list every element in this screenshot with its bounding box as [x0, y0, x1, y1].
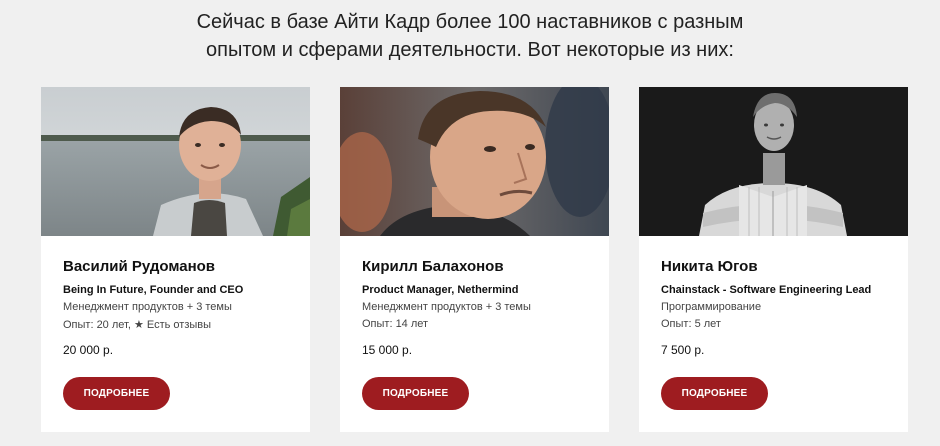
- mentor-role: Chainstack - Software Engineering Lead: [661, 284, 872, 296]
- mentor-card: Василий Рудоманов Being In Future, Found…: [41, 87, 310, 432]
- mentor-price: 15 000 р.: [362, 343, 413, 357]
- details-button[interactable]: ПОДРОБНЕЕ: [63, 377, 170, 410]
- mentor-topics: Менеджмент продуктов + 3 темы: [362, 301, 531, 313]
- mentor-experience: Опыт: 14 лет: [362, 318, 429, 330]
- mentor-topics: Менеджмент продуктов + 3 темы: [63, 301, 232, 313]
- mentor-price: 7 500 р.: [661, 343, 705, 357]
- mentor-card: Кирилл Балахонов Product Manager, Nether…: [340, 87, 609, 432]
- section-intro: Сейчас в базе Айти Кадр более 100 настав…: [0, 8, 940, 64]
- mentor-price: 20 000 р.: [63, 343, 114, 357]
- details-button[interactable]: ПОДРОБНЕЕ: [661, 377, 768, 410]
- mentor-experience: Опыт: 20 лет, ★ Есть отзывы: [63, 319, 212, 331]
- mentor-role: Being In Future, Founder and CEO: [63, 284, 244, 296]
- mentor-photo[interactable]: [41, 87, 310, 236]
- mentor-photo[interactable]: [639, 87, 908, 236]
- mentor-photo[interactable]: [340, 87, 609, 236]
- mentor-experience: Опыт: 5 лет: [661, 318, 721, 330]
- mentor-topics: Программирование: [661, 301, 762, 313]
- mentor-name: Василий Рудоманов: [63, 258, 216, 275]
- intro-line-2: опытом и сферами деятельности. Вот некот…: [206, 39, 734, 61]
- details-button[interactable]: ПОДРОБНЕЕ: [362, 377, 469, 410]
- mentor-name: Никита Югов: [661, 258, 758, 275]
- mentor-card: Никита Югов Chainstack - Software Engine…: [639, 87, 908, 432]
- mentor-role: Product Manager, Nethermind: [362, 284, 519, 296]
- mentor-name: Кирилл Балахонов: [362, 258, 504, 275]
- intro-line-1: Сейчас в базе Айти Кадр более 100 настав…: [196, 11, 744, 33]
